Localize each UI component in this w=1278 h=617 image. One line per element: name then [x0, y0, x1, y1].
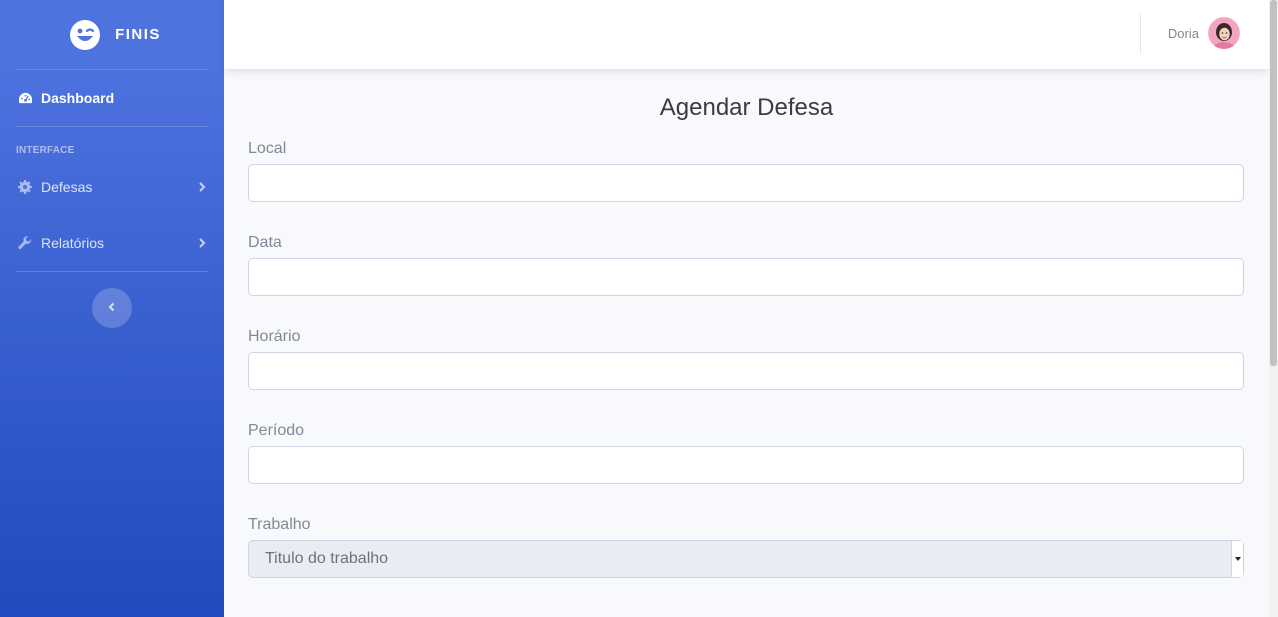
- trabalho-selected-value: Titulo do trabalho: [265, 550, 389, 567]
- sidebar-item-defesas[interactable]: Defesas: [0, 159, 224, 215]
- brand-name: FINIS: [115, 26, 161, 43]
- sidebar-item-dashboard[interactable]: Dashboard: [0, 70, 224, 126]
- scrollbar-thumb[interactable]: [1270, 0, 1277, 366]
- topbar-divider: [1140, 14, 1141, 54]
- gear-icon: [17, 179, 33, 195]
- data-input[interactable]: [248, 258, 1244, 296]
- chevron-left-icon: [107, 299, 117, 317]
- brand-link[interactable]: FINIS: [0, 0, 224, 69]
- user-name: Doria: [1167, 25, 1199, 41]
- sidebar-item-relatorios[interactable]: Relatórios: [0, 215, 224, 271]
- sidebar: FINIS Dashboard INTERFACE Defesas Relató…: [0, 0, 224, 617]
- horario-label: Horário: [248, 328, 301, 345]
- local-label: Local: [248, 140, 287, 157]
- chevron-right-icon: [196, 181, 208, 193]
- horario-group: Horário: [248, 328, 1245, 390]
- laugh-wink-icon: [69, 19, 101, 51]
- page-scrollbar[interactable]: [1269, 0, 1278, 617]
- avatar[interactable]: [1208, 17, 1240, 49]
- horario-input[interactable]: [248, 352, 1244, 390]
- local-group: Local: [248, 140, 1245, 202]
- main-content: Agendar Defesa Local Data Horário Períod…: [224, 69, 1269, 617]
- trabalho-label: Trabalho: [248, 516, 311, 533]
- trabalho-select[interactable]: Titulo do trabalho: [248, 540, 1244, 578]
- data-group: Data: [248, 234, 1245, 296]
- caret-down-icon: [1231, 541, 1243, 577]
- sidebar-item-label: Dashboard: [41, 90, 115, 106]
- chevron-right-icon: [196, 237, 208, 249]
- data-label: Data: [248, 234, 282, 251]
- wrench-icon: [17, 235, 33, 251]
- schedule-form: Local Data Horário Período Trabalho Titu…: [224, 140, 1269, 578]
- user-menu[interactable]: Doria: [1168, 17, 1240, 49]
- page-title: Agendar Defesa: [659, 94, 834, 121]
- periodo-group: Período: [248, 422, 1245, 484]
- periodo-input[interactable]: [248, 446, 1244, 484]
- sidebar-toggle-wrap: [0, 272, 224, 328]
- tachometer-icon: [17, 90, 33, 106]
- trabalho-group: Trabalho Titulo do trabalho: [248, 516, 1245, 578]
- topbar: Doria: [224, 0, 1269, 69]
- local-input[interactable]: [248, 164, 1244, 202]
- sidebar-item-label: Relatórios: [41, 235, 105, 251]
- sidebar-heading: INTERFACE: [16, 145, 75, 156]
- sidebar-item-label: Defesas: [41, 179, 93, 195]
- sidebar-toggle-button[interactable]: [92, 288, 132, 328]
- periodo-label: Período: [248, 422, 305, 439]
